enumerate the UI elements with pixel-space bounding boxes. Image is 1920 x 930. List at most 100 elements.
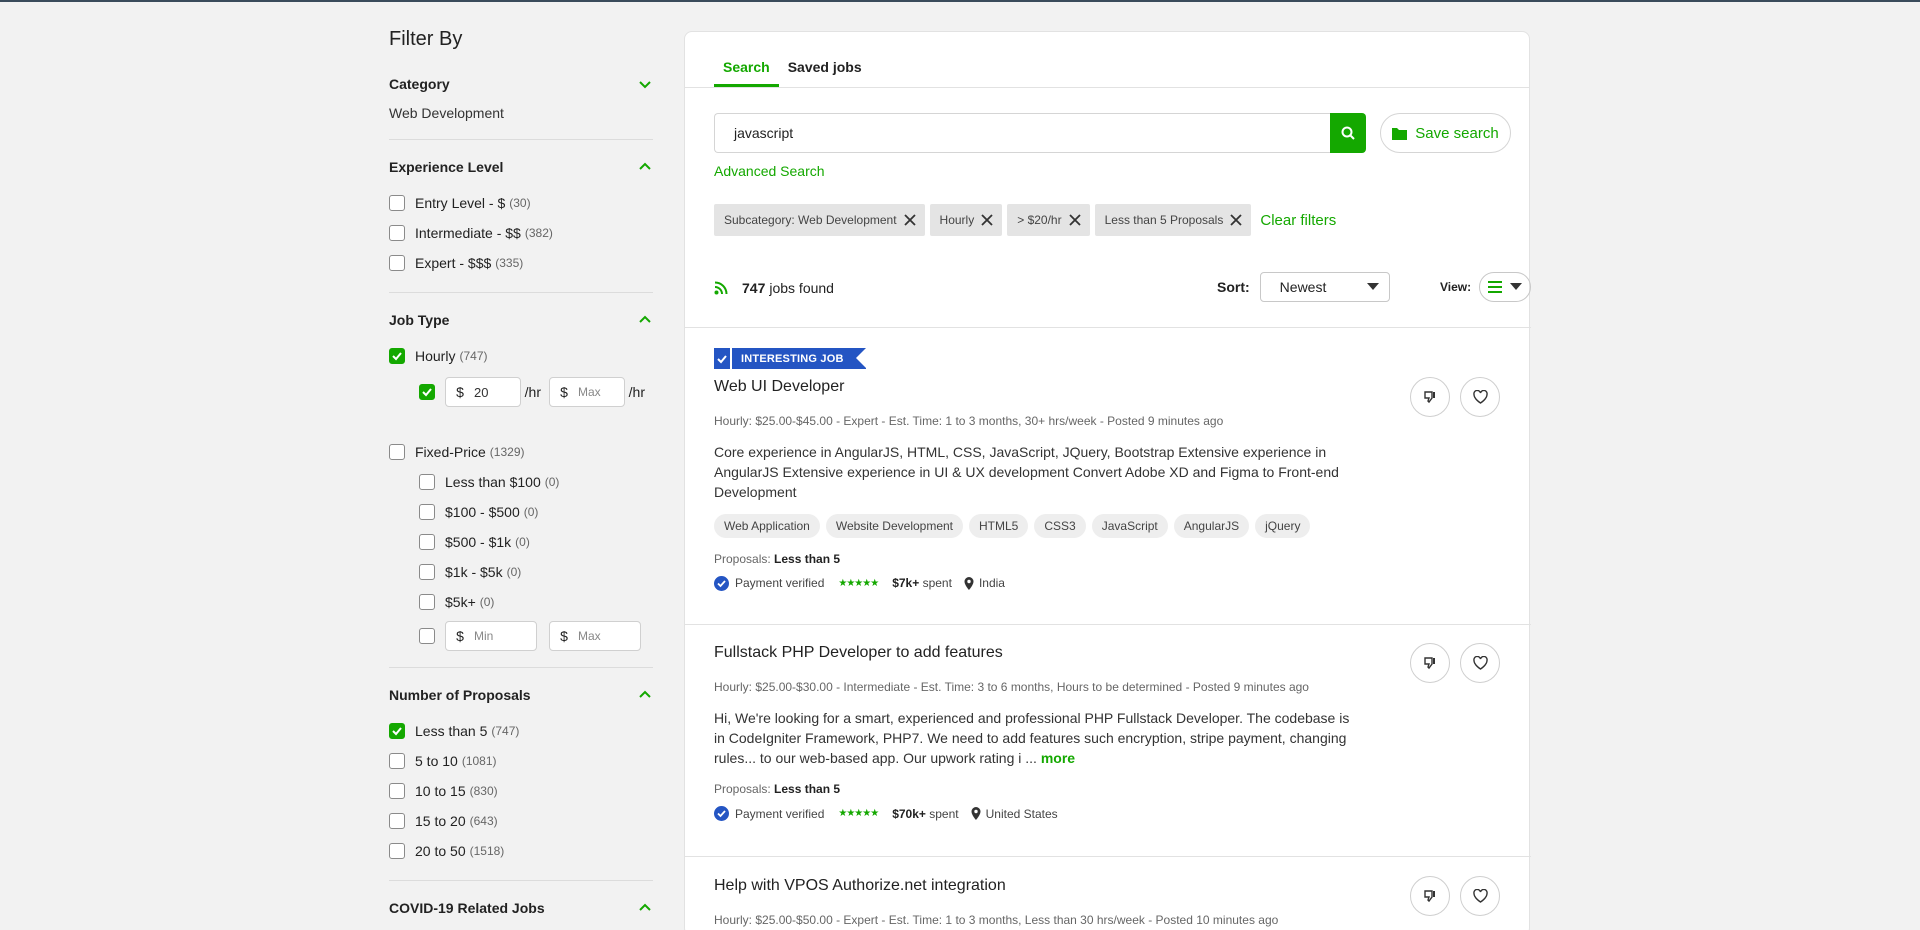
checkbox[interactable]	[389, 813, 405, 829]
job-title[interactable]: Web UI Developer	[714, 378, 1514, 396]
save-job-button[interactable]	[1460, 643, 1500, 683]
chevron-up-icon[interactable]	[637, 159, 653, 175]
proposals-label: Proposals:	[714, 782, 771, 796]
fixed-max-input[interactable]: $ Max	[549, 621, 641, 651]
skill-tag[interactable]: Web Application	[714, 513, 820, 538]
dislike-button[interactable]	[1410, 377, 1450, 417]
close-icon[interactable]	[980, 213, 994, 227]
folder-icon	[1392, 127, 1408, 140]
fixed-min-input[interactable]: $ Min	[445, 621, 537, 651]
option-count: (0)	[523, 505, 539, 519]
filter-chip[interactable]: Hourly	[929, 204, 1003, 236]
dislike-button[interactable]	[1410, 876, 1450, 916]
experience-label: Experience Level	[389, 159, 504, 175]
close-icon[interactable]	[903, 213, 917, 227]
search-results-card: Search Saved jobs javascript Save search…	[684, 31, 1532, 930]
job-tile[interactable]: Help with VPOS Authorize.net integration…	[714, 877, 1514, 927]
fixed-option[interactable]: Less than $100 (0)	[389, 467, 653, 497]
filter-chip[interactable]: Subcategory: Web Development	[714, 204, 925, 236]
job-type-header[interactable]: Job Type	[389, 309, 653, 331]
save-job-button[interactable]	[1460, 876, 1500, 916]
job-type-fixed[interactable]: Fixed-Price (1329)	[389, 437, 653, 467]
fixed-option[interactable]: $5k+ (0)	[389, 587, 653, 617]
location-text: India	[978, 576, 1005, 590]
proposals-option[interactable]: 15 to 20 (643)	[389, 806, 653, 836]
job-title[interactable]: Fullstack PHP Developer to add features	[714, 644, 1514, 662]
filter-title: Filter By	[389, 28, 463, 50]
chevron-down-icon[interactable]	[637, 76, 653, 92]
save-job-button[interactable]	[1460, 377, 1500, 417]
option-count: (0)	[544, 475, 560, 489]
rss-icon[interactable]	[714, 281, 728, 295]
experience-option-intermediate[interactable]: Intermediate - $$ (382)	[389, 218, 653, 248]
proposals-option[interactable]: 5 to 10 (1081)	[389, 746, 653, 776]
checkbox[interactable]	[389, 225, 405, 241]
checkbox-checked[interactable]	[389, 348, 405, 364]
checkbox[interactable]	[419, 534, 435, 550]
tab-saved-jobs[interactable]: Saved jobs	[779, 59, 871, 87]
proposals-value: Less than 5	[774, 551, 841, 566]
hourly-min-input[interactable]: $20	[445, 377, 521, 407]
checkbox[interactable]	[419, 564, 435, 580]
checkbox[interactable]	[389, 255, 405, 271]
filter-chip[interactable]: Less than 5 Proposals	[1094, 204, 1252, 236]
checkbox[interactable]	[389, 843, 405, 859]
proposals-header[interactable]: Number of Proposals	[389, 684, 653, 706]
checkbox-checked[interactable]	[419, 384, 435, 400]
chevron-up-icon[interactable]	[637, 900, 653, 916]
experience-option-entry[interactable]: Entry Level - $ (30)	[389, 188, 653, 218]
results-number: 747	[742, 280, 766, 296]
checkbox[interactable]	[419, 474, 435, 490]
filter-chip[interactable]: > $20/hr	[1007, 204, 1090, 236]
skill-tag[interactable]: HTML5	[969, 513, 1029, 538]
dislike-button[interactable]	[1410, 643, 1450, 683]
proposals-option[interactable]: 20 to 50 (1518)	[389, 836, 653, 866]
checkbox[interactable]	[419, 594, 435, 610]
skill-tag[interactable]: AngularJS	[1173, 513, 1250, 538]
job-type-hourly[interactable]: Hourly (747)	[389, 341, 653, 371]
search-button[interactable]	[1330, 113, 1366, 153]
checkbox[interactable]	[389, 783, 405, 799]
save-search-button[interactable]: Save search	[1380, 113, 1511, 153]
option-count: (1518)	[469, 844, 505, 858]
view-select[interactable]	[1479, 272, 1532, 302]
experience-option-expert[interactable]: Expert - $$$ (335)	[389, 248, 653, 278]
tab-search[interactable]: Search	[714, 59, 779, 87]
skill-tag[interactable]: Website Development	[825, 513, 964, 538]
clear-filters-link[interactable]: Clear filters	[1260, 212, 1336, 229]
job-title[interactable]: Help with VPOS Authorize.net integration	[714, 877, 1514, 895]
skill-tag[interactable]: JavaScript	[1091, 513, 1168, 538]
chevron-up-icon[interactable]	[637, 687, 653, 703]
location-pin-icon	[971, 807, 981, 820]
job-tile[interactable]: INTERESTING JOB Web UI Developer Hourly:…	[714, 348, 1514, 591]
option-count: (830)	[469, 784, 498, 798]
advanced-search-link[interactable]: Advanced Search	[714, 163, 825, 179]
category-header[interactable]: Category	[389, 73, 653, 95]
payment-verified: Payment verified	[735, 576, 825, 590]
option-label: $5k+	[445, 594, 476, 610]
search-input[interactable]: javascript	[714, 113, 1330, 153]
chevron-up-icon[interactable]	[637, 312, 653, 328]
fixed-option[interactable]: $500 - $1k (0)	[389, 527, 653, 557]
hourly-max-input[interactable]: $ Max	[549, 377, 625, 407]
checkbox-checked[interactable]	[389, 723, 405, 739]
more-link[interactable]: more	[1041, 750, 1075, 766]
checkbox[interactable]	[389, 444, 405, 460]
covid-header[interactable]: COVID-19 Related Jobs	[389, 897, 653, 919]
fixed-option[interactable]: $100 - $500 (0)	[389, 497, 653, 527]
proposals-option[interactable]: Less than 5 (747)	[389, 716, 653, 746]
skill-tag[interactable]: jQuery	[1255, 513, 1311, 538]
checkbox[interactable]	[389, 753, 405, 769]
checkbox[interactable]	[389, 195, 405, 211]
skill-tag[interactable]: CSS3	[1034, 513, 1086, 538]
checkbox[interactable]	[419, 628, 435, 644]
sort-select[interactable]: Newest	[1259, 272, 1390, 302]
checkbox[interactable]	[419, 504, 435, 520]
experience-header[interactable]: Experience Level	[389, 156, 653, 178]
job-type-section: Job Type Hourly (747) $20 /hr $ Max /hr Fi…	[389, 309, 653, 668]
proposals-option[interactable]: 10 to 15 (830)	[389, 776, 653, 806]
fixed-option[interactable]: $1k - $5k (0)	[389, 557, 653, 587]
close-icon[interactable]	[1229, 213, 1243, 227]
job-tile[interactable]: Fullstack PHP Developer to add features …	[714, 644, 1514, 821]
close-icon[interactable]	[1068, 213, 1082, 227]
